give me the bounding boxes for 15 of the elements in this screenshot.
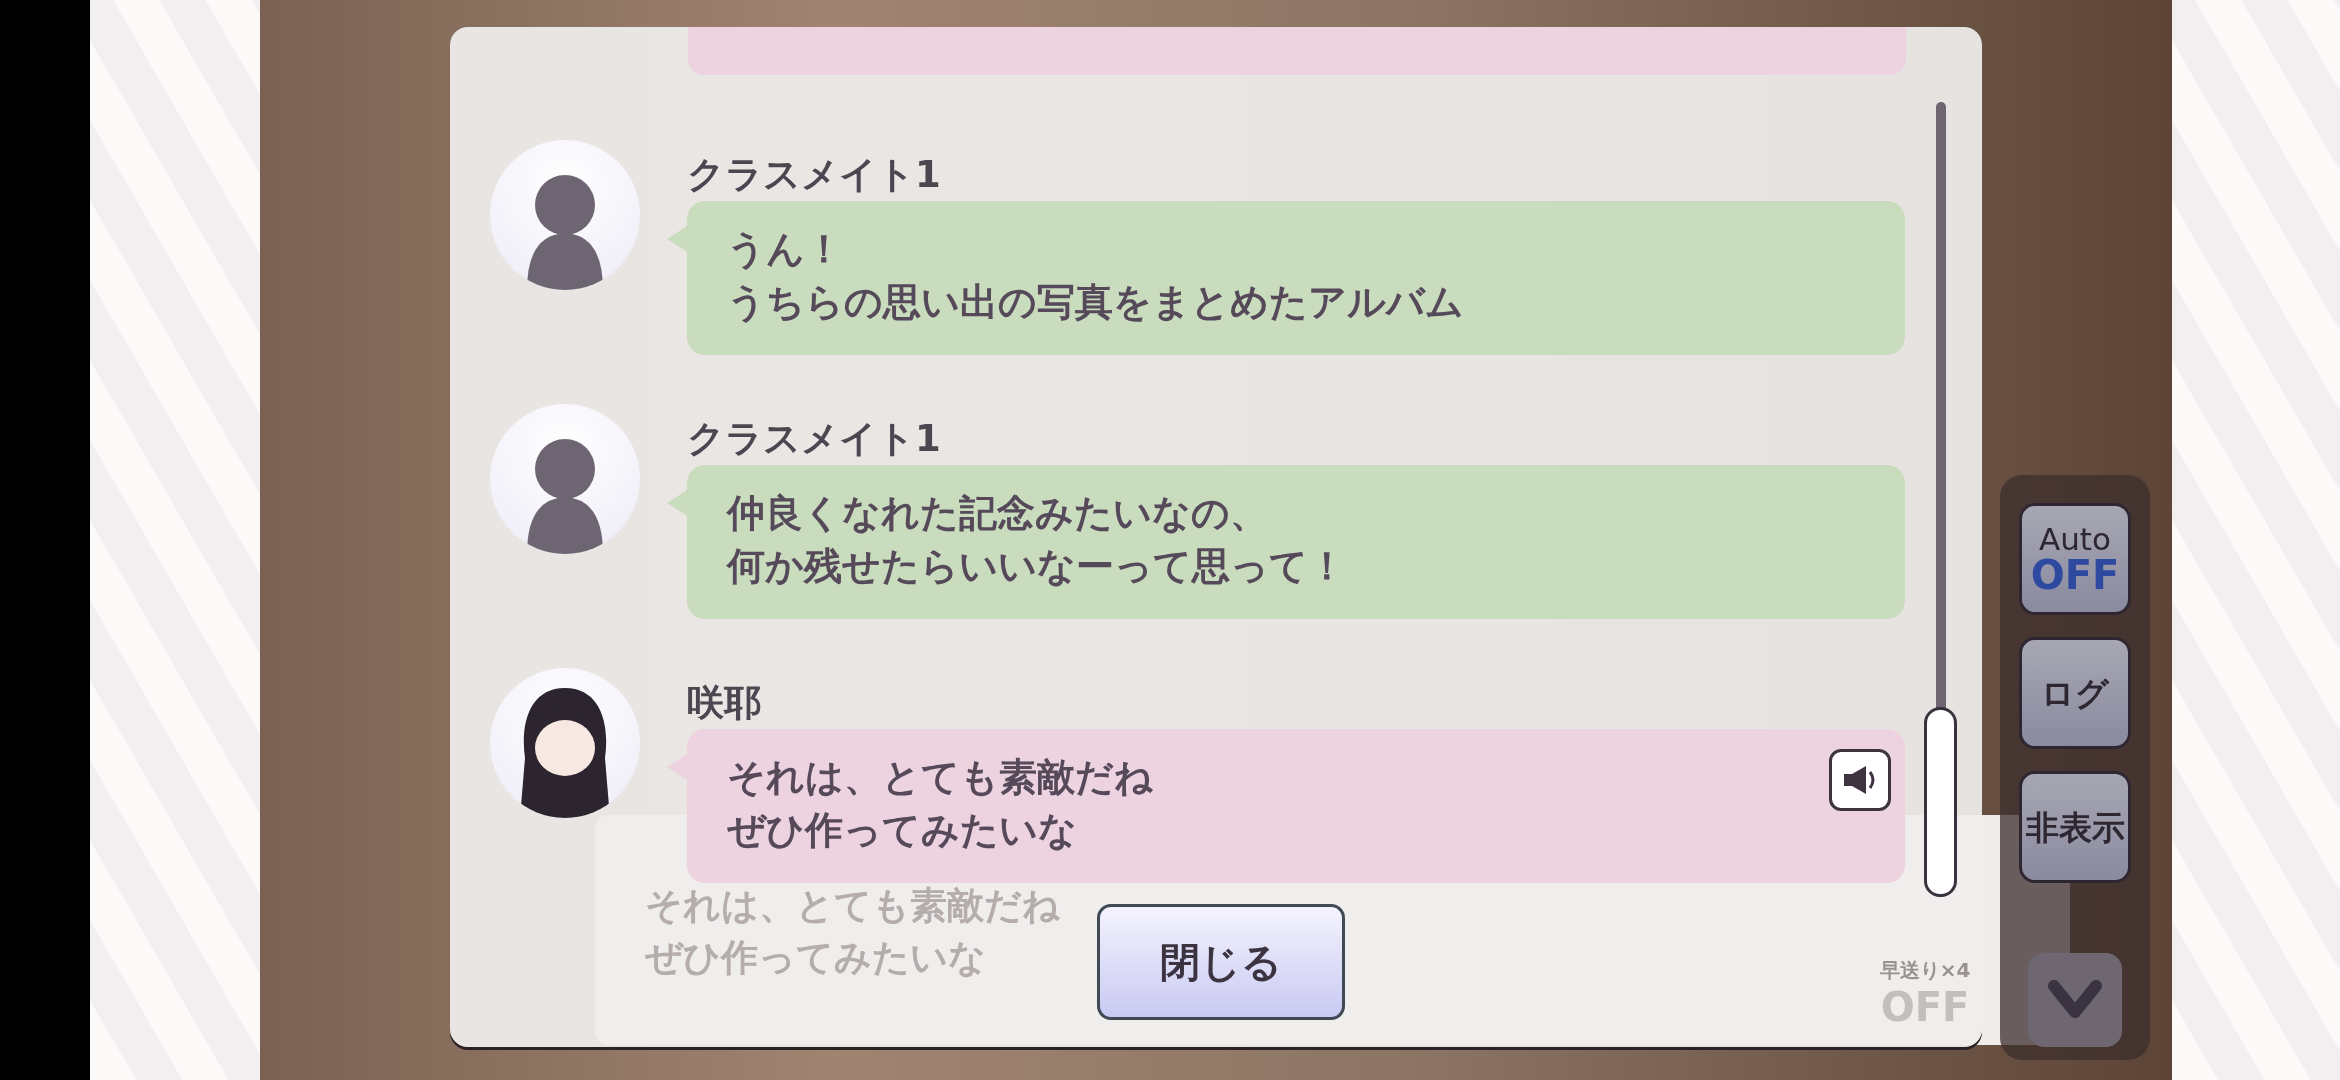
- message-text: 仲良くなれた記念みたいなの、 何か残せたらいいなーって思って！: [727, 490, 1346, 590]
- dialogue-text: それは、とても素敵だね ぜひ作ってみたいな: [645, 883, 1060, 981]
- fast-forward-label: 早送り×4: [1878, 957, 1972, 984]
- menu-button[interactable]: 非表示: [2019, 771, 2131, 883]
- speaker-name: クラスメイト1: [687, 155, 942, 195]
- voice-play-button[interactable]: [1829, 749, 1891, 811]
- message-text: うん！ うちらの思い出の写真をまとめたアルバム: [727, 226, 1464, 326]
- scrollbar[interactable]: [1924, 102, 1957, 897]
- close-button[interactable]: 閉じる: [1097, 904, 1345, 1020]
- menu-button[interactable]: ログ: [2019, 637, 2131, 749]
- auto-toggle-button[interactable]: Auto OFF: [2019, 503, 2131, 615]
- speaker-name: 咲耶: [687, 683, 762, 723]
- speaker-name: クラスメイト1: [687, 419, 942, 459]
- chevron-down-icon: [2048, 980, 2102, 1020]
- message-text: それは、とても素敵だね ぜひ作ってみたいな: [727, 754, 1153, 854]
